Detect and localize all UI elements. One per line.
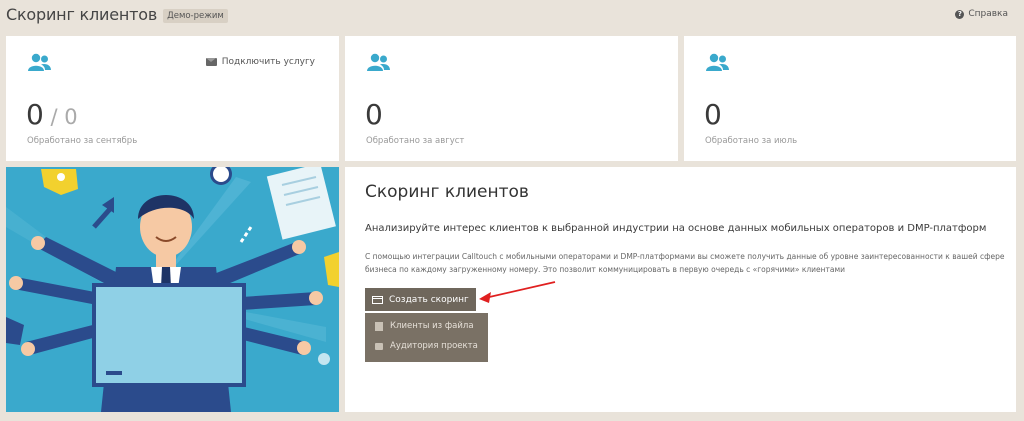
multitasking-person-illustration (6, 167, 339, 412)
users-icon (706, 53, 729, 71)
stat-count: 0 (26, 98, 44, 131)
users-icon (367, 53, 390, 71)
card-icon (372, 295, 383, 304)
stat-count: 0 (365, 98, 383, 131)
menu-item-project-audience[interactable]: Аудитория проекта (365, 336, 488, 356)
stat-card-july: 0 Обработано за июль (684, 36, 1016, 161)
stat-card-september: Подключить услугу 0 / 0 Обработано за се… (6, 36, 339, 161)
section-lead: Анализируйте интерес клиентов к выбранно… (365, 223, 987, 234)
audience-icon (375, 342, 383, 350)
stat-total-separator: / (43, 105, 65, 129)
stat-card-august: 0 Обработано за август (345, 36, 678, 161)
illustration (6, 167, 339, 412)
connect-service-label: Подключить услугу (221, 57, 315, 67)
scoring-description-panel: Скоринг клиентов Анализируйте интерес кл… (345, 167, 1016, 412)
stat-caption: Обработано за сентябрь (27, 136, 138, 146)
help-icon: ? (955, 9, 965, 19)
page-title: Скоринг клиентов (6, 5, 158, 24)
help-label: Справка (968, 9, 1008, 19)
menu-item-label: Аудитория проекта (390, 341, 478, 351)
menu-item-clients-from-file[interactable]: Клиенты из файла (365, 316, 488, 336)
menu-item-label: Клиенты из файла (390, 321, 474, 331)
envelope-icon (205, 58, 217, 66)
create-scoring-menu: Клиенты из файла Аудитория проекта (365, 313, 488, 362)
section-details: С помощью интеграции Calltouch с мобильн… (365, 252, 1005, 274)
stat-value: 0 / 0 (26, 101, 78, 129)
stat-count: 0 (704, 98, 722, 131)
stat-caption: Обработано за август (366, 136, 465, 146)
section-title: Скоринг клиентов (365, 182, 529, 202)
connect-service-link[interactable]: Подключить услугу (205, 57, 315, 67)
stat-total: 0 (64, 105, 78, 129)
file-icon (375, 321, 383, 331)
users-icon (28, 53, 51, 71)
create-scoring-button[interactable]: Создать скоринг (365, 288, 476, 311)
help-link[interactable]: ? Справка (955, 9, 1008, 19)
create-scoring-label: Создать скоринг (389, 294, 469, 305)
stat-caption: Обработано за июль (705, 136, 798, 146)
demo-mode-badge: Демо-режим (163, 8, 228, 23)
page-header: Скоринг клиентов Демо-режим ? Справка (0, 0, 1024, 29)
